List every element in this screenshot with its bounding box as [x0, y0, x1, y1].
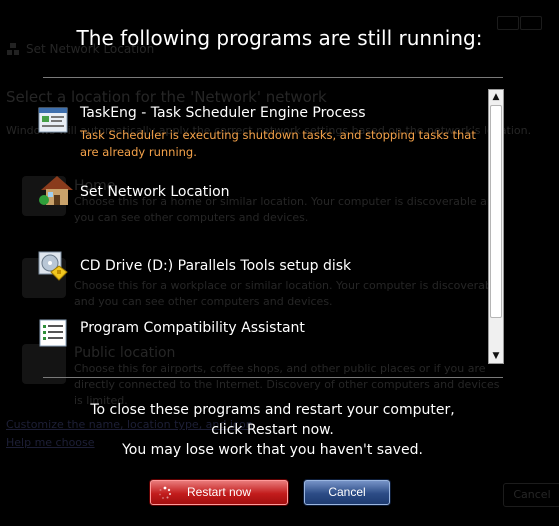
message-line-3: You may lose work that you haven't saved… [122, 442, 423, 458]
program-name: Program Compatibility Assistant [80, 320, 305, 336]
bottom-divider [43, 377, 503, 378]
cd-drive-icon [38, 251, 68, 281]
compatibility-list-icon [39, 319, 67, 347]
network-house-icon [39, 176, 73, 205]
program-description: Task Scheduler is executing shutdown tas… [80, 128, 476, 159]
running-programs-list: TaskEng - Task Scheduler Engine Process … [37, 88, 487, 364]
restart-now-label: Restart now [186, 485, 252, 499]
cancel-label: Cancel [328, 485, 366, 499]
program-name: CD Drive (D:) Parallels Tools setup disk [80, 258, 352, 274]
busy-spinner-icon [159, 486, 172, 499]
list-scrollbar[interactable]: ▲ ▼ [488, 89, 504, 364]
scroll-down-arrow-icon[interactable]: ▼ [489, 349, 503, 363]
background-titlebar [0, 0, 559, 30]
task-scheduler-icon [38, 107, 68, 133]
scrollbar-thumb[interactable] [490, 105, 502, 318]
message-line-1: To close these programs and restart your… [90, 402, 455, 418]
program-name: TaskEng - Task Scheduler Engine Process [80, 105, 366, 121]
scroll-up-arrow-icon[interactable]: ▲ [489, 90, 503, 104]
restart-message: To close these programs and restart your… [0, 400, 545, 460]
dialog-title: The following programs are still running… [76, 26, 483, 50]
background-cancel-button[interactable]: Cancel [503, 483, 559, 507]
cancel-button[interactable]: Cancel [304, 480, 390, 505]
restart-now-button[interactable]: Restart now [150, 480, 288, 505]
top-divider [43, 77, 503, 78]
program-name: Set Network Location [80, 184, 230, 200]
message-line-2: click Restart now. [211, 422, 334, 438]
